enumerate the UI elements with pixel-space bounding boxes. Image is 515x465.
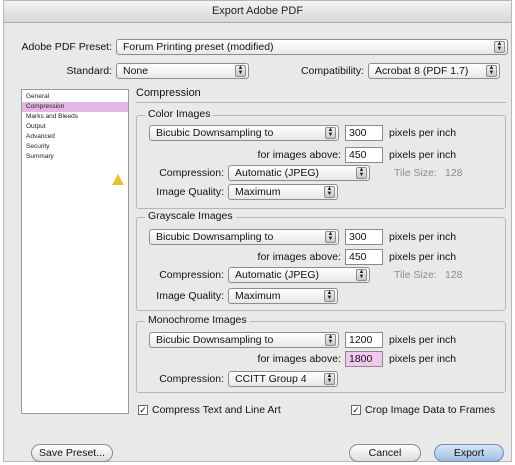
mono-sampling-popup[interactable]: Bicubic Downsampling to ▲ ▼: [149, 332, 339, 348]
color-tile-label: Tile Size:: [394, 167, 437, 179]
cancel-button[interactable]: Cancel: [349, 444, 421, 462]
save-preset-button[interactable]: Save Preset...: [31, 444, 113, 462]
popup-arrows-icon: ▲ ▼: [356, 167, 367, 179]
sidebar-item-security[interactable]: Security: [22, 142, 128, 152]
grayscale-above-unit: pixels per inch: [389, 251, 457, 263]
grayscale-above-label: for images above:: [257, 251, 341, 263]
grayscale-quality-value: Maximum: [235, 290, 281, 302]
mono-above-label: for images above:: [257, 353, 341, 365]
crop-image-label: Crop Image Data to Frames: [365, 404, 496, 416]
mono-sampling-value: Bicubic Downsampling to: [156, 334, 274, 346]
sidebar-item-output[interactable]: Output: [22, 122, 128, 132]
popup-arrows-icon: ▲ ▼: [324, 373, 335, 385]
grayscale-quality-label: Image Quality:: [156, 290, 224, 302]
grayscale-images-title: Grayscale Images: [145, 210, 236, 222]
export-button[interactable]: Export: [434, 444, 504, 462]
color-quality-value: Maximum: [235, 186, 281, 198]
color-ppi-unit: pixels per inch: [389, 127, 457, 139]
mono-above-field[interactable]: 1800: [345, 351, 383, 367]
popup-arrows-icon: ▲ ▼: [324, 186, 335, 198]
sidebar-item-marks-and-bleeds[interactable]: Marks and Bleeds: [22, 112, 128, 122]
preset-value: Forum Printing preset (modified): [123, 41, 274, 53]
compatibility-label: Compatibility:: [300, 65, 364, 77]
panel-title: Compression: [136, 87, 201, 99]
color-images-title: Color Images: [145, 108, 214, 120]
mono-ppi-unit: pixels per inch: [389, 334, 457, 346]
preset-popup[interactable]: Forum Printing preset (modified) ▲ ▼: [116, 39, 508, 55]
grayscale-tile-label: Tile Size:: [394, 269, 437, 281]
category-sidebar: General Compression Marks and Bleeds Out…: [21, 89, 129, 414]
popup-arrows-icon: ▲ ▼: [235, 65, 246, 77]
compress-text-checkbox[interactable]: ✓: [138, 405, 148, 415]
color-compression-label: Compression:: [159, 167, 224, 179]
standard-popup[interactable]: None ▲ ▼: [116, 63, 249, 79]
mono-ppi-field[interactable]: 1200: [345, 332, 383, 348]
mono-above-unit: pixels per inch: [389, 353, 457, 365]
mono-compression-label: Compression:: [159, 373, 224, 385]
sidebar-item-advanced[interactable]: Advanced: [22, 132, 128, 142]
color-compression-value: Automatic (JPEG): [235, 167, 320, 179]
popup-arrows-icon: ▲ ▼: [356, 269, 367, 281]
color-sampling-popup[interactable]: Bicubic Downsampling to ▲ ▼: [149, 125, 339, 141]
dialog-title: Export Adobe PDF: [4, 1, 511, 23]
sidebar-item-general[interactable]: General: [22, 92, 128, 102]
popup-arrows-icon: ▲ ▼: [324, 290, 335, 302]
color-ppi-field[interactable]: 300: [345, 125, 383, 141]
monochrome-images-title: Monochrome Images: [145, 314, 250, 326]
standard-label: Standard:: [66, 65, 112, 77]
popup-arrows-icon: ▲ ▼: [325, 127, 336, 139]
grayscale-tile-value: 128: [445, 269, 463, 281]
grayscale-quality-popup[interactable]: Maximum ▲ ▼: [228, 288, 338, 304]
color-tile-value: 128: [445, 167, 463, 179]
grayscale-ppi-unit: pixels per inch: [389, 231, 457, 243]
standard-value: None: [123, 65, 149, 77]
grayscale-above-field[interactable]: 450: [345, 249, 383, 265]
sidebar-item-compression[interactable]: Compression: [22, 102, 128, 112]
grayscale-compression-popup[interactable]: Automatic (JPEG) ▲ ▼: [228, 267, 370, 283]
color-sampling-value: Bicubic Downsampling to: [156, 127, 274, 139]
compatibility-value: Acrobat 8 (PDF 1.7): [375, 65, 469, 77]
grayscale-compression-value: Automatic (JPEG): [235, 269, 320, 281]
grayscale-sampling-value: Bicubic Downsampling to: [156, 231, 274, 243]
compress-text-label: Compress Text and Line Art: [152, 404, 281, 416]
popup-arrows-icon: ▲ ▼: [325, 231, 336, 243]
panel-divider: [136, 102, 506, 103]
grayscale-ppi-field[interactable]: 300: [345, 229, 383, 245]
mono-compression-popup[interactable]: CCITT Group 4 ▲ ▼: [228, 371, 338, 387]
color-quality-popup[interactable]: Maximum ▲ ▼: [228, 184, 338, 200]
popup-arrows-icon: ▲ ▼: [486, 65, 497, 77]
color-above-label: for images above:: [257, 149, 341, 161]
export-pdf-dialog: Export Adobe PDF Adobe PDF Preset: Forum…: [3, 0, 512, 462]
mono-compression-value: CCITT Group 4: [235, 373, 307, 385]
compatibility-popup[interactable]: Acrobat 8 (PDF 1.7) ▲ ▼: [368, 63, 500, 79]
popup-arrows-icon: ▲ ▼: [494, 41, 505, 53]
preset-label: Adobe PDF Preset:: [21, 41, 112, 53]
sidebar-item-summary[interactable]: Summary: [22, 152, 128, 162]
grayscale-compression-label: Compression:: [159, 269, 224, 281]
grayscale-sampling-popup[interactable]: Bicubic Downsampling to ▲ ▼: [149, 229, 339, 245]
popup-arrows-icon: ▲ ▼: [325, 334, 336, 346]
color-quality-label: Image Quality:: [156, 186, 224, 198]
color-compression-popup[interactable]: Automatic (JPEG) ▲ ▼: [228, 165, 370, 181]
crop-image-checkbox[interactable]: ✓: [351, 405, 361, 415]
color-above-field[interactable]: 450: [345, 147, 383, 163]
warning-triangle-icon: [112, 174, 124, 185]
color-above-unit: pixels per inch: [389, 149, 457, 161]
